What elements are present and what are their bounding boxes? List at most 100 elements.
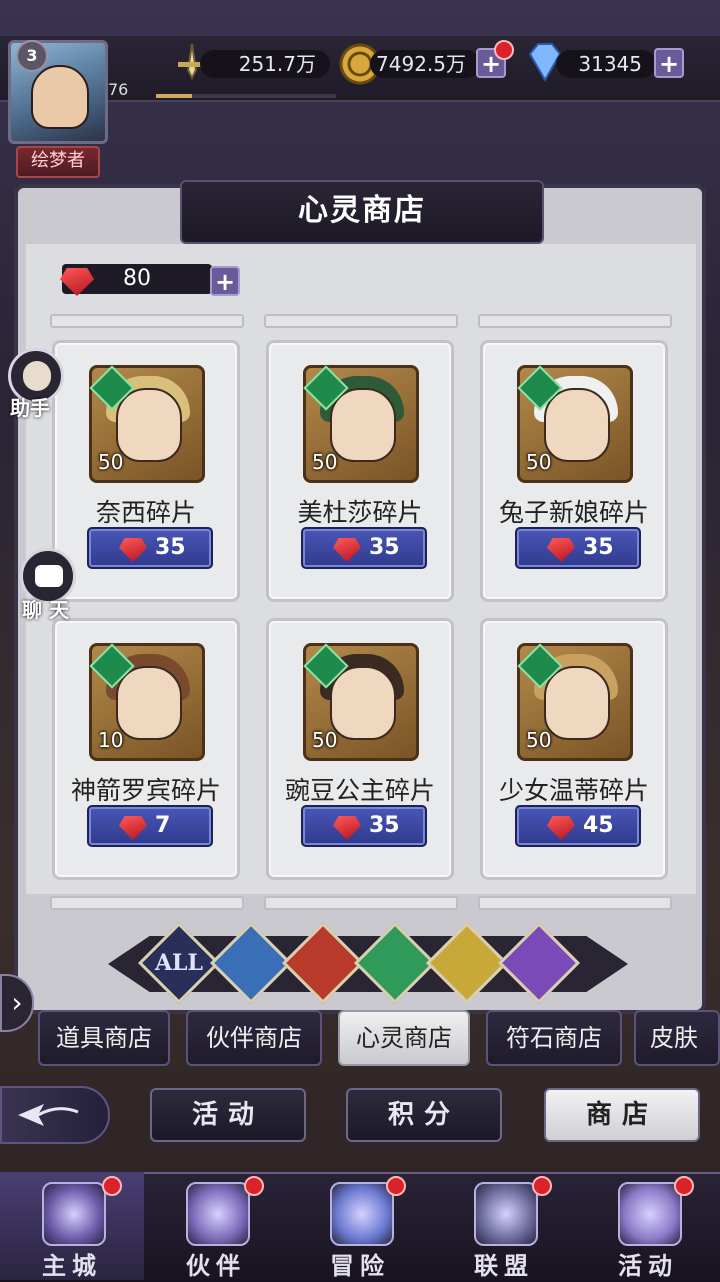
- shelf-divider: [50, 896, 244, 910]
- hero-face: [116, 388, 182, 462]
- nav-item-0[interactable]: 主城: [0, 1172, 144, 1280]
- hero-fragment-portrait: 50: [303, 643, 419, 761]
- shelf-divider: [264, 314, 458, 328]
- filter-label: [294, 934, 352, 992]
- item-price: 7: [155, 813, 171, 838]
- buy-button[interactable]: 45: [515, 805, 641, 847]
- item-price: 35: [583, 535, 614, 560]
- nav-label: 冒险: [330, 1252, 390, 1280]
- notification-dot: [386, 1176, 406, 1196]
- shop-tab-2[interactable]: 心灵商店: [338, 1010, 470, 1066]
- fragment-count: 50: [526, 450, 552, 474]
- hero-face: [544, 388, 610, 462]
- notification-dot: [494, 40, 514, 60]
- fragment-count: 50: [526, 728, 552, 752]
- item-price: 35: [369, 813, 400, 838]
- add-currency-button[interactable]: +: [210, 266, 240, 296]
- shop-item-card[interactable]: 50 奈西碎片 35: [52, 340, 240, 602]
- sub-tab-2[interactable]: 商店: [544, 1088, 700, 1142]
- shop-item-card[interactable]: 50 美杜莎碎片 35: [266, 340, 454, 602]
- hero-fragment-portrait: 50: [517, 365, 633, 483]
- shop-item-card[interactable]: 50 豌豆公主碎片 35: [266, 618, 454, 880]
- item-name: 少女温蒂碎片: [498, 776, 649, 805]
- nav-label: 主城: [42, 1252, 102, 1280]
- shop-tab-0[interactable]: 道具商店: [38, 1010, 170, 1066]
- hero-fragment-portrait: 50: [303, 365, 419, 483]
- notification-dot: [102, 1176, 122, 1196]
- shop-title: 心灵商店: [180, 180, 544, 244]
- buy-button[interactable]: 35: [301, 527, 427, 569]
- buy-button[interactable]: 35: [87, 527, 213, 569]
- soul-gem-icon: [547, 816, 575, 840]
- hero-fragment-portrait: 10: [89, 643, 205, 761]
- filter-label: ALL: [154, 950, 203, 976]
- castle-icon: [42, 1182, 106, 1246]
- filter-label: [366, 934, 424, 992]
- soul-gem-icon: [333, 816, 361, 840]
- filter-label: [510, 934, 568, 992]
- hero-face: [544, 666, 610, 740]
- player-title: 绘梦者: [16, 146, 100, 178]
- nav-label: 联盟: [474, 1252, 534, 1280]
- item-name: 神箭罗宾碎片: [70, 776, 221, 805]
- shelf-divider: [50, 314, 244, 328]
- fragment-count: 50: [98, 450, 124, 474]
- nav-item-2[interactable]: 冒险: [288, 1172, 432, 1280]
- buy-button[interactable]: 35: [515, 527, 641, 569]
- nav-item-3[interactable]: 联盟: [432, 1172, 576, 1280]
- back-button[interactable]: [0, 1086, 110, 1144]
- shop-tab-1[interactable]: 伙伴商店: [186, 1010, 322, 1066]
- item-name: 豌豆公主碎片: [284, 776, 435, 805]
- item-price: 45: [583, 813, 614, 838]
- player-level-badge: 3: [16, 40, 48, 72]
- hero-fragment-portrait: 50: [517, 643, 633, 761]
- exp-level: 76: [108, 80, 129, 99]
- shelf-divider: [478, 896, 672, 910]
- exp-progress-fill: [156, 94, 192, 98]
- notification-dot: [674, 1176, 694, 1196]
- filter-label: [438, 934, 496, 992]
- nav-item-4[interactable]: 活动: [576, 1172, 720, 1280]
- shop-item-card[interactable]: 50 少女温蒂碎片 45: [480, 618, 668, 880]
- avatar-portrait: [31, 65, 89, 129]
- item-name: 兔子新娘碎片: [498, 498, 649, 527]
- item-name: 奈西碎片: [95, 498, 196, 527]
- soul-gem-icon: [333, 538, 361, 562]
- chat-bubble-icon: [35, 565, 63, 587]
- soul-gem-icon: [547, 538, 575, 562]
- hero-fragment-portrait: 50: [89, 365, 205, 483]
- shelf-divider: [478, 314, 672, 328]
- fragment-count: 50: [312, 450, 338, 474]
- hero-face: [116, 666, 182, 740]
- notification-dot: [532, 1176, 552, 1196]
- shop-tab-3[interactable]: 符石商店: [486, 1010, 622, 1066]
- nav-label: 伙伴: [186, 1252, 246, 1280]
- buy-button[interactable]: 7: [87, 805, 213, 847]
- activity-cards-icon: [618, 1182, 682, 1246]
- shop-item-card[interactable]: 10 神箭罗宾碎片 7: [52, 618, 240, 880]
- notification-dot: [244, 1176, 264, 1196]
- fragment-count: 10: [98, 728, 124, 752]
- soul-gem-icon: [119, 816, 147, 840]
- exp-progress-bar: [156, 94, 336, 98]
- item-name: 美杜莎碎片: [297, 498, 423, 527]
- fragment-count: 50: [312, 728, 338, 752]
- back-arrow-icon: [18, 1104, 79, 1126]
- add-diamond-button[interactable]: +: [654, 48, 684, 78]
- assistant-label: 助手: [10, 396, 50, 420]
- filter-label: [222, 934, 280, 992]
- hero-face: [330, 388, 396, 462]
- sub-tab-0[interactable]: 活动: [150, 1088, 306, 1142]
- nav-label: 活动: [618, 1252, 678, 1280]
- buy-button[interactable]: 35: [301, 805, 427, 847]
- power-value: 251.7万: [200, 50, 330, 78]
- gold-value: 7492.5万: [370, 50, 480, 78]
- item-price: 35: [155, 535, 186, 560]
- diamond-value: 31345: [556, 50, 656, 78]
- sub-tab-1[interactable]: 积分: [346, 1088, 502, 1142]
- shop-item-card[interactable]: 50 兔子新娘碎片 35: [480, 340, 668, 602]
- nav-item-1[interactable]: 伙伴: [144, 1172, 288, 1280]
- partner-icon: [186, 1182, 250, 1246]
- shop-tab-4[interactable]: 皮肤: [634, 1010, 720, 1066]
- hero-face: [330, 666, 396, 740]
